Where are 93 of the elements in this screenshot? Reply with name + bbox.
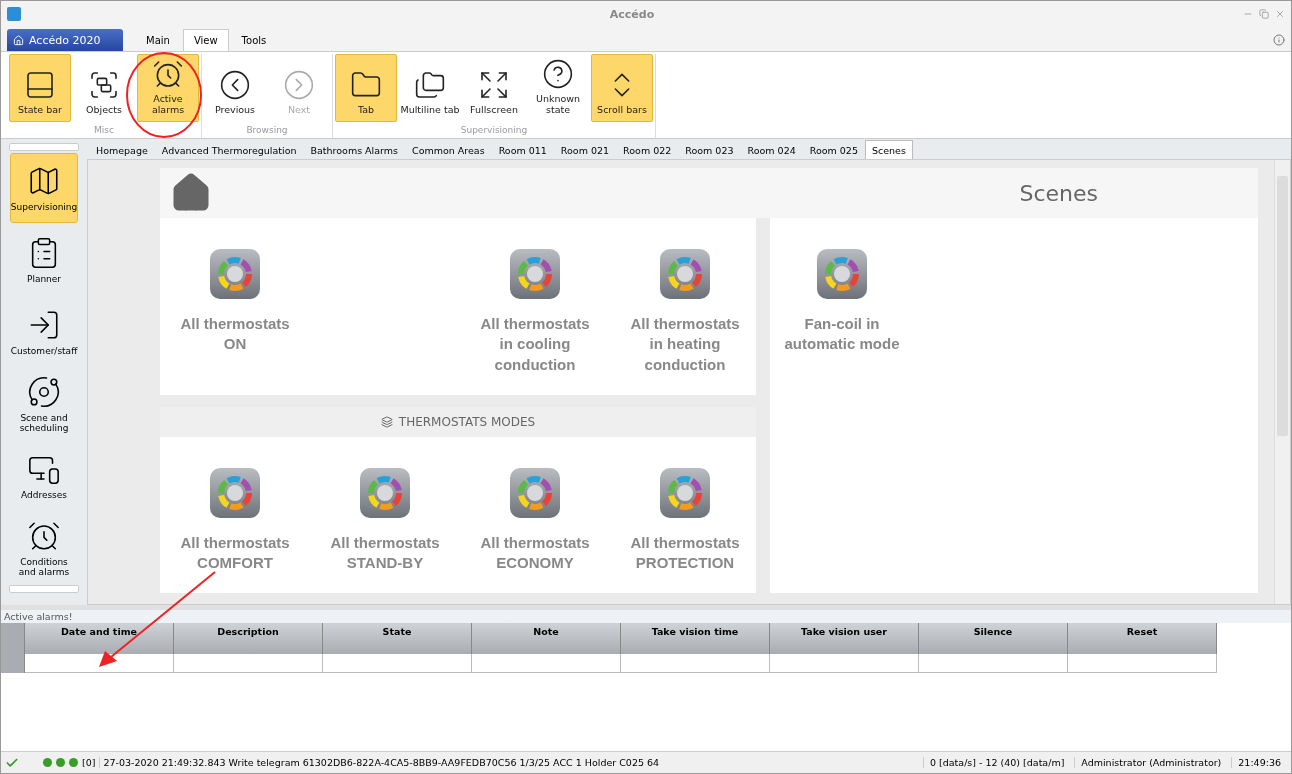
ribbon-tab[interactable]: Tools (230, 29, 278, 51)
column-header[interactable]: Silence (919, 623, 1068, 654)
column-header[interactable]: Take vision user (770, 623, 919, 654)
column-header[interactable]: Take vision time (621, 623, 770, 654)
scene-icon (659, 466, 711, 519)
ribbon-tab[interactable]: Main (135, 29, 181, 51)
scene-label: All thermostats PROTECTION (629, 532, 741, 573)
data-rate: 0 [data/s] - 12 (40) [data/m] (922, 757, 1071, 768)
scene-label: All thermostats in heating conduction (629, 314, 741, 375)
scene-icon (209, 466, 261, 519)
page-title: Scenes (1018, 180, 1099, 206)
ribbon-button[interactable]: State bar (9, 54, 71, 122)
doc-tab[interactable]: Room 021 (553, 140, 617, 159)
scene-tile[interactable]: All thermostats PROTECTION (610, 462, 760, 578)
scene-tile[interactable]: All thermostats ECONOMY (460, 462, 610, 578)
doc-tab[interactable]: Room 023 (678, 140, 741, 159)
app-menu-button[interactable]: Accédo 2020 (7, 29, 123, 51)
ribbon-icon (542, 58, 574, 91)
corner-header (1, 623, 25, 654)
ribbon-button[interactable]: Unknown state (527, 54, 589, 122)
ribbon-button[interactable]: Fullscreen (463, 54, 525, 122)
sidebar-item[interactable]: Conditions and alarms (10, 513, 78, 583)
scene-tile[interactable]: All thermostats ON (160, 244, 310, 379)
home-icon[interactable] (170, 172, 212, 214)
home-icon (13, 34, 24, 46)
doc-tab[interactable]: Room 011 (491, 140, 554, 159)
scroll-down-button[interactable] (9, 585, 79, 593)
sidebar-item[interactable]: Customer/staff (10, 297, 78, 367)
scene-icon (816, 248, 868, 300)
app-logo-icon (7, 7, 21, 21)
scroll-up-button[interactable] (9, 143, 79, 151)
scene-label: All thermostats STAND-BY (329, 532, 441, 573)
doc-tab[interactable]: Room 022 (616, 140, 679, 159)
sidebar-item[interactable]: Addresses (10, 441, 78, 511)
ribbon-icon (219, 68, 251, 101)
doc-tab[interactable]: Common Areas (405, 140, 492, 159)
ribbon-icon (283, 68, 315, 101)
clock: 21:49:36 (1231, 757, 1287, 768)
scene-label: All thermostats COMFORT (179, 532, 291, 573)
section-title: THERMOSTATS MODES (398, 414, 536, 429)
scene-tile[interactable]: All thermostats COMFORT (160, 462, 310, 578)
column-header[interactable]: Note (472, 623, 621, 654)
scene-label: All thermostats in cooling conduction (479, 314, 591, 375)
window-title: Accédo (608, 7, 656, 21)
ribbon-button[interactable]: Previous (204, 54, 266, 122)
status-dot (56, 758, 65, 767)
scene-icon (509, 466, 561, 519)
column-header[interactable]: Description (174, 623, 323, 654)
scrollbar[interactable] (1274, 160, 1290, 604)
panel-title: Active alarms! (1, 610, 1291, 623)
ribbon-button[interactable]: Scroll bars (591, 54, 653, 122)
sidebar-item[interactable]: Supervisioning (10, 153, 78, 223)
doc-tab[interactable]: Room 024 (740, 140, 803, 159)
sidebar-item[interactable]: Scene and scheduling (10, 369, 78, 439)
doc-tab[interactable]: Homepage (89, 140, 155, 159)
status-message: 27-03-2020 21:49:32.843 Write telegram 61302DB6-822A-4CA5-8BB9-AA9FEDB70C56 1/3/25 ACC 1 Holder C025 64 (99, 757, 919, 768)
scene-tile[interactable]: All thermostats in heating conduction (610, 244, 760, 379)
scene-tile[interactable]: All thermostats in cooling conduction (460, 244, 610, 379)
doc-tab[interactable]: Advanced Thermoregulation (154, 140, 304, 159)
status-dot (43, 758, 52, 767)
close-icon[interactable] (1275, 9, 1285, 19)
status-dot (69, 758, 78, 767)
layers-icon (380, 415, 393, 428)
doc-tab[interactable]: Room 025 (802, 140, 865, 159)
info-icon[interactable] (1273, 34, 1285, 46)
doc-tab[interactable]: Bathrooms Alarms (303, 140, 405, 159)
column-header[interactable]: Reset (1068, 623, 1217, 654)
status-count: [0] (82, 757, 96, 768)
sidebar-item[interactable]: Planner (10, 225, 78, 295)
scene-tile[interactable]: Fan-coil in automatic mode (780, 244, 904, 359)
scene-label: All thermostats ON (179, 314, 291, 355)
scene-label: All thermostats ECONOMY (479, 532, 591, 573)
column-header[interactable]: Date and time (25, 623, 174, 654)
group-label: Browsing (245, 124, 289, 137)
group-label: Supervisioning (459, 124, 529, 137)
scene-icon (509, 248, 561, 300)
doc-tab[interactable]: Scenes (864, 140, 913, 159)
scene-tile[interactable]: All thermostats STAND-BY (310, 462, 460, 578)
row-header[interactable] (1, 654, 25, 673)
user-name: Administrator (Administrator) (1074, 757, 1228, 768)
column-header[interactable]: State (323, 623, 472, 654)
ribbon-tab[interactable]: View (182, 29, 229, 51)
scene-icon (359, 466, 411, 519)
scene-icon (659, 248, 711, 300)
ribbon-button[interactable]: Active alarms (137, 54, 199, 122)
group-label: Misc (93, 124, 115, 137)
ribbon-button[interactable]: Tab (335, 54, 397, 122)
scene-label: Fan-coil in automatic mode (783, 314, 901, 355)
scene-icon (209, 248, 261, 300)
restore-icon[interactable] (1259, 9, 1269, 19)
ribbon-button[interactable]: Multiline tab (399, 54, 461, 122)
ribbon-button[interactable]: Objects (73, 54, 135, 122)
sidebar-icon (27, 375, 61, 409)
